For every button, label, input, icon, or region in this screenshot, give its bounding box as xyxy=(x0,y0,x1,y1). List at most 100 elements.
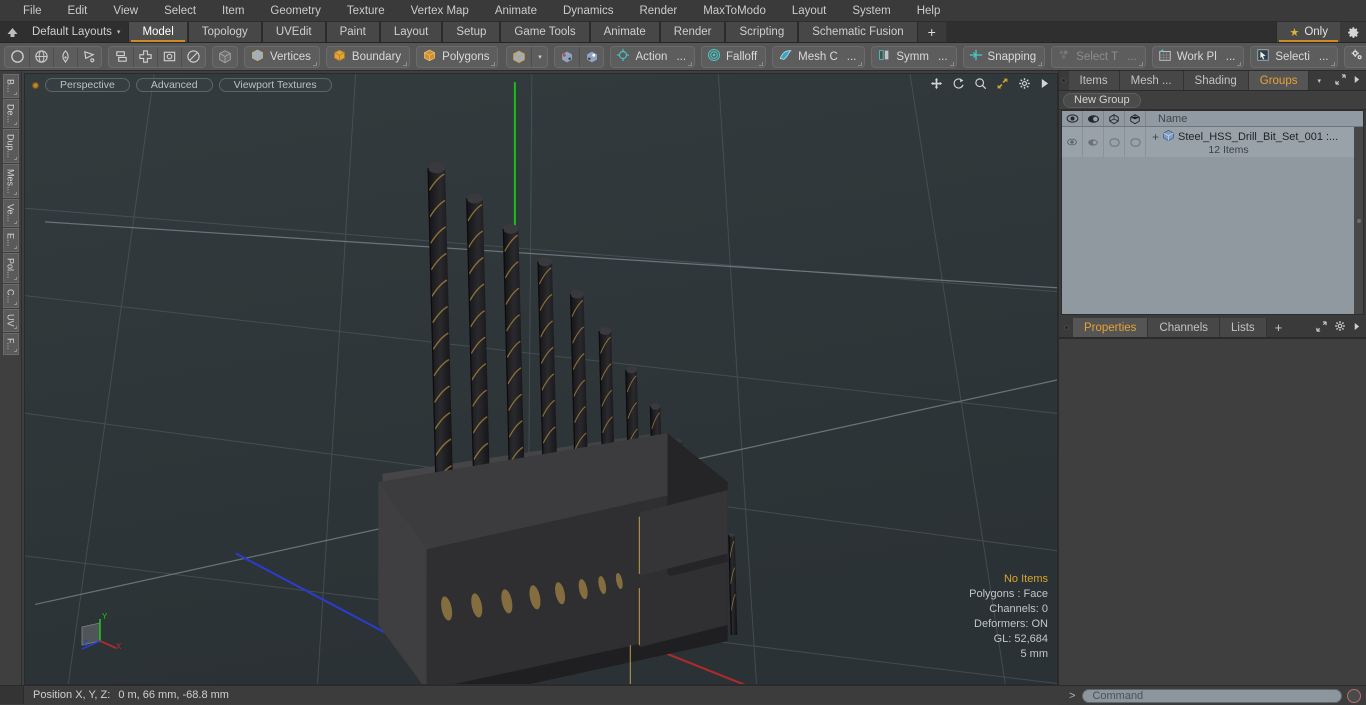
gear-icon[interactable] xyxy=(1334,320,1346,335)
row-shadow-toggle[interactable] xyxy=(1125,127,1146,157)
menu-item-texture[interactable]: Texture xyxy=(334,0,398,22)
layout-tab-uvedit[interactable]: UVEdit xyxy=(261,22,326,42)
viewport-textures-dropdown[interactable]: Viewport Textures xyxy=(218,78,332,92)
left-rail-tab-e[interactable]: E... xyxy=(2,228,19,252)
move-icon[interactable] xyxy=(930,77,943,92)
layout-tab-animate[interactable]: Animate xyxy=(589,22,660,42)
left-rail-tab-f[interactable]: F... xyxy=(2,332,19,355)
fit-icon[interactable] xyxy=(996,77,1009,92)
menu-item-file[interactable]: File xyxy=(10,0,55,22)
pivot-cube-icon[interactable] xyxy=(555,47,579,67)
cube-icon[interactable] xyxy=(213,47,237,67)
left-rail-tab-mes[interactable]: Mes... xyxy=(2,163,19,199)
table-row[interactable]: + Steel_HSS_Drill_Bit_Set_001 :... 12 It… xyxy=(1062,127,1363,157)
layout-tab-model[interactable]: Model xyxy=(128,22,188,42)
properties-panel-body[interactable] xyxy=(1059,338,1366,685)
menu-item-geometry[interactable]: Geometry xyxy=(257,0,334,22)
group-list-panel[interactable]: Name + Steel_HSS_Drill_Bit_Set_001:... … xyxy=(1061,110,1364,315)
left-rail-tab-uv[interactable]: UV xyxy=(2,309,19,332)
tool-mesh-c[interactable]: Mesh C... xyxy=(772,45,866,68)
menu-item-layout[interactable]: Layout xyxy=(779,0,840,22)
tab-mesh-[interactable]: Mesh ... xyxy=(1119,71,1184,90)
element-mode-boundary[interactable]: Boundary xyxy=(325,45,411,68)
tool-select-t[interactable]: Select T... xyxy=(1051,45,1146,68)
left-rail-tab-de[interactable]: De... xyxy=(2,98,19,128)
menu-item-edit[interactable]: Edit xyxy=(55,0,101,22)
add-layout-tab-button[interactable]: + xyxy=(917,22,946,42)
tool-symm[interactable]: Symm... xyxy=(871,45,957,68)
layout-tab-game-tools[interactable]: Game Tools xyxy=(500,22,590,42)
layout-tab-paint[interactable]: Paint xyxy=(325,22,380,42)
default-layouts-dropdown[interactable]: Default Layouts ▾ xyxy=(24,22,128,42)
left-rail-tab-b[interactable]: B... xyxy=(2,74,19,98)
command-input[interactable]: Command xyxy=(1082,688,1342,703)
menu-item-system[interactable]: System xyxy=(839,0,903,22)
tab-shading[interactable]: Shading xyxy=(1183,71,1249,90)
menu-item-dynamics[interactable]: Dynamics xyxy=(550,0,626,22)
rotate-icon[interactable] xyxy=(952,77,965,92)
menu-item-item[interactable]: Item xyxy=(209,0,257,22)
layout-tab-render[interactable]: Render xyxy=(659,22,726,42)
menu-item-animate[interactable]: Animate xyxy=(482,0,550,22)
tab-groups[interactable]: Groups xyxy=(1248,71,1310,90)
viewport-container[interactable]: Perspective Advanced Viewport Textures N… xyxy=(24,73,1058,685)
more-icon[interactable] xyxy=(1353,322,1360,334)
menu-item-render[interactable]: Render xyxy=(626,0,690,22)
left-rail-tab-pol[interactable]: Pol... xyxy=(2,252,19,284)
left-rail-tab-ve[interactable]: Ve... xyxy=(2,199,19,228)
left-rail-tab-dup[interactable]: Dup... xyxy=(2,128,19,163)
circle-icon[interactable] xyxy=(5,47,29,67)
eye-icon[interactable] xyxy=(1062,111,1083,126)
stack-icon[interactable] xyxy=(109,47,133,67)
left-rail-tab-c[interactable]: C... xyxy=(2,284,19,309)
chevron-down-icon[interactable]: ▾ xyxy=(531,46,547,67)
tool-snapping[interactable]: Snapping xyxy=(962,45,1046,68)
row-render-icon[interactable] xyxy=(1083,127,1104,157)
menu-item-maxtomodo[interactable]: MaxToModo xyxy=(690,0,779,22)
chevron-down-icon[interactable]: ▾ xyxy=(1309,71,1329,90)
tab-items[interactable]: Items xyxy=(1068,71,1120,90)
element-mode-vertices[interactable]: Vertices xyxy=(244,45,320,68)
record-icon[interactable] xyxy=(1347,688,1361,703)
gear-icon[interactable] xyxy=(1340,22,1366,42)
gear-icon[interactable] xyxy=(1018,77,1031,92)
menu-item-help[interactable]: Help xyxy=(904,0,954,22)
shadow-icon[interactable] xyxy=(1125,111,1146,126)
group-list-body[interactable] xyxy=(1062,157,1363,314)
center-cube-icon[interactable] xyxy=(579,46,603,67)
pen-icon[interactable] xyxy=(53,46,77,67)
tool-kits[interactable]: Kits xyxy=(1343,45,1366,68)
render-icon[interactable] xyxy=(1083,111,1104,126)
center-icon[interactable] xyxy=(133,46,157,67)
tab-properties[interactable]: Properties xyxy=(1073,318,1149,337)
list-scrollbar[interactable] xyxy=(1354,127,1363,314)
add-bottom-tab-button[interactable]: + xyxy=(1267,318,1291,337)
layout-tab-schematic-fusion[interactable]: Schematic Fusion xyxy=(798,22,918,42)
menu-item-select[interactable]: Select xyxy=(151,0,209,22)
tool-selecti[interactable]: Selecti... xyxy=(1250,45,1338,68)
expand-icon[interactable] xyxy=(1316,320,1327,335)
tool-falloff[interactable]: Falloff xyxy=(701,45,767,68)
lasso-icon[interactable] xyxy=(77,46,101,67)
viewport-projection-dropdown[interactable]: Perspective xyxy=(45,78,130,92)
layout-tab-scripting[interactable]: Scripting xyxy=(725,22,799,42)
menu-item-vertex-map[interactable]: Vertex Map xyxy=(398,0,482,22)
perspective-viewport[interactable]: Perspective Advanced Viewport Textures N… xyxy=(25,74,1057,684)
layout-tab-setup[interactable]: Setup xyxy=(442,22,501,42)
viewport-shading-dropdown[interactable]: Advanced xyxy=(135,78,213,92)
layout-tab-topology[interactable]: Topology xyxy=(187,22,262,42)
tab-lists[interactable]: Lists xyxy=(1220,318,1267,337)
only-toggle[interactable]: ★ Only xyxy=(1276,22,1340,42)
play-icon[interactable] xyxy=(1040,78,1049,91)
menu-item-view[interactable]: View xyxy=(100,0,151,22)
lock-icon[interactable] xyxy=(1104,111,1125,126)
new-group-button[interactable]: New Group xyxy=(1063,92,1141,108)
tool-action[interactable]: Action... xyxy=(610,45,696,68)
home-icon[interactable] xyxy=(0,22,24,42)
mode-cube-icon[interactable] xyxy=(507,47,531,67)
ellipse-icon[interactable] xyxy=(181,46,205,67)
more-icon[interactable] xyxy=(1353,75,1360,87)
globe-icon[interactable] xyxy=(29,46,53,67)
element-mode-polygons[interactable]: Polygons xyxy=(416,45,499,68)
frame-icon[interactable] xyxy=(157,46,181,67)
